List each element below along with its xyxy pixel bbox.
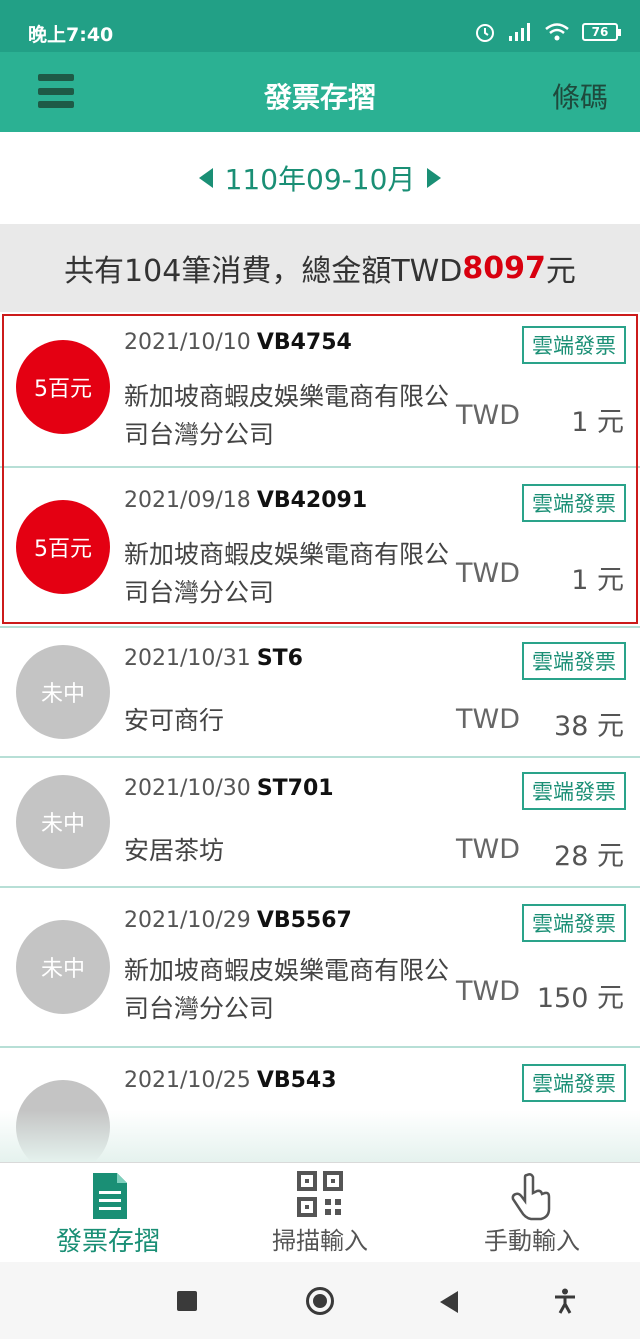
currency-label: TWD (456, 834, 520, 865)
period-selector: 110年09-10月 (0, 132, 640, 224)
cloud-invoice-tag: 雲端發票 (522, 772, 626, 810)
recent-apps-icon[interactable] (177, 1291, 197, 1311)
invoice-row[interactable]: 未中 2021/10/29 VB5567 雲端發票 新加坡商蝦皮娛樂電商有限公司台… (0, 888, 640, 1048)
signal-icon (509, 23, 530, 41)
bottom-nav: 發票存摺 掃描輸入 手動輸入 (0, 1162, 640, 1262)
nav-label: 掃描輸入 (272, 1227, 368, 1255)
nav-scan-input[interactable]: 掃描輸入 (220, 1171, 420, 1261)
cloud-invoice-tag: 雲端發票 (522, 1064, 626, 1102)
invoice-date: 2021/10/29 VB5567 (124, 908, 352, 933)
summary-suffix: 元 (545, 254, 576, 289)
invoice-date: 2021/10/30 ST701 (124, 776, 334, 801)
document-icon (85, 1171, 131, 1219)
page-title: 發票存摺 (263, 81, 376, 114)
currency-label: TWD (456, 704, 520, 735)
invoice-amount: 28 元 (554, 841, 624, 872)
prize-badge: 未中 (16, 920, 110, 1014)
merchant-name: 安居茶坊 (124, 836, 225, 865)
summary-prefix: 共有104筆消費，總金額TWD (64, 254, 463, 289)
invoice-row[interactable]: 未中 2021/10/31 ST6 雲端發票 安可商行 TWD 38 元 (0, 628, 640, 758)
prize-badge: 未中 (16, 645, 110, 739)
barcode-button[interactable]: 條碼 (552, 76, 608, 116)
next-period-icon[interactable] (427, 168, 442, 188)
cloud-invoice-tag: 雲端發票 (522, 642, 626, 680)
hand-pointer-icon (509, 1171, 555, 1221)
nav-invoice-book[interactable]: 發票存摺 (8, 1171, 208, 1261)
invoice-number: ST6 (256, 646, 303, 671)
invoice-list: 5百元 2021/10/10 VB4754 雲端發票 新加坡商蝦皮娛樂電商有限公司… (0, 312, 640, 1162)
status-bar: 晚上7:40 76 (0, 0, 640, 52)
home-icon[interactable] (306, 1287, 334, 1315)
invoice-row[interactable]: 未中 2021/10/30 ST701 雲端發票 安居茶坊 TWD 28 元 (0, 758, 640, 888)
summary-bar: 共有104筆消費，總金額TWD 8097 元 (0, 224, 640, 312)
currency-label: TWD (456, 976, 520, 1007)
alarm-icon (476, 24, 494, 42)
previous-period-icon[interactable] (198, 168, 213, 188)
invoice-date: 2021/10/25 VB543 (124, 1068, 337, 1093)
summary-amount: 8097 (462, 250, 546, 286)
invoice-number: VB543 (256, 1068, 337, 1093)
winning-highlight-frame (2, 314, 638, 624)
nav-label: 手動輸入 (484, 1227, 580, 1255)
invoice-number: ST701 (256, 776, 334, 801)
status-time: 晚上7:40 (28, 24, 114, 46)
prize-badge: 未中 (16, 775, 110, 869)
nav-label: 發票存摺 (55, 1227, 160, 1257)
app-bar: 發票存摺 條碼 (0, 52, 640, 132)
system-nav-bar (0, 1262, 640, 1339)
status-icons: 76 (474, 20, 621, 44)
merchant-name: 新加坡商蝦皮娛樂電商有限公司台灣分公司 (124, 956, 450, 1023)
period-label: 110年09-10月 (224, 163, 416, 196)
invoice-amount: 38 元 (554, 711, 624, 742)
wifi-icon (545, 23, 569, 41)
nav-manual-input[interactable]: 手動輸入 (432, 1171, 632, 1261)
merchant-name: 安可商行 (124, 706, 225, 735)
accessibility-icon[interactable] (554, 1288, 576, 1314)
invoice-date: 2021/10/31 ST6 (124, 646, 303, 671)
qr-code-icon (297, 1171, 343, 1217)
invoice-number: VB5567 (256, 908, 352, 933)
list-fade-overlay (0, 1110, 640, 1162)
back-icon[interactable] (440, 1291, 458, 1313)
cloud-invoice-tag: 雲端發票 (522, 904, 626, 942)
battery-icon: 76 (582, 23, 621, 41)
invoice-amount: 150 元 (536, 983, 624, 1014)
